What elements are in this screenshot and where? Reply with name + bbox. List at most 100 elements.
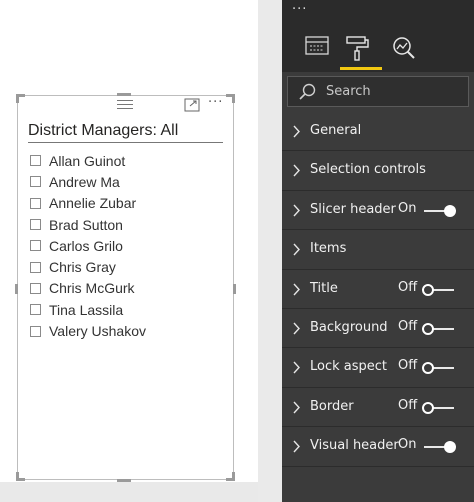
search-icon (299, 83, 316, 100)
more-options-icon[interactable]: ··· (208, 96, 230, 112)
slicer-item-list: Allan Guinot Andrew Ma Annelie Zubar Brad S… (30, 150, 146, 342)
search-input[interactable] (326, 84, 456, 99)
slicer-item-label: Brad Sutton (49, 216, 123, 233)
chevron-right-icon (293, 440, 300, 453)
chevron-right-icon (293, 125, 300, 138)
toggle-state-label: On (398, 437, 417, 453)
checkbox[interactable] (30, 261, 41, 273)
checkbox[interactable] (30, 282, 41, 294)
format-card-label: Selection controls (310, 162, 426, 178)
checkbox[interactable] (30, 197, 41, 209)
report-canvas: ··· District Managers: All Allan Guinot A… (0, 0, 258, 502)
border-toggle[interactable] (422, 401, 456, 414)
drag-grip-icon[interactable] (117, 100, 133, 109)
format-card-general[interactable]: General (282, 112, 474, 152)
format-card-list: General Selection controls Slicer header On… (282, 112, 474, 467)
checkbox[interactable] (30, 304, 41, 316)
slicer-header-toggle[interactable] (422, 204, 456, 217)
slicer-item-label: Carlos Grilo (49, 237, 123, 254)
slicer-item-label: Valery Ushakov (49, 323, 147, 340)
visual-header-toggle[interactable] (422, 441, 456, 454)
checkbox[interactable] (30, 325, 41, 337)
resize-handle-bottom[interactable] (117, 479, 131, 482)
toggle-knob (422, 362, 434, 375)
slicer-item-label: Chris McGurk (49, 280, 135, 297)
chevron-right-icon (293, 243, 300, 256)
toggle-state-label: On (398, 200, 417, 216)
slicer-item[interactable]: Tina Lassila (30, 299, 146, 320)
format-card-label: Visual header (310, 438, 399, 454)
checkbox[interactable] (30, 240, 41, 252)
chevron-right-icon (293, 283, 300, 296)
format-card-items[interactable]: Items (282, 230, 474, 270)
slicer-item-label: Annelie Zubar (49, 195, 137, 212)
slicer-visual[interactable]: ··· District Managers: All Allan Guinot A… (15, 93, 236, 482)
slicer-item[interactable]: Valery Ushakov (30, 320, 146, 341)
slicer-item-label: Allan Guinot (49, 152, 126, 169)
format-pane: ··· Search General Selection controls Sl… (282, 0, 474, 502)
chevron-right-icon (293, 322, 300, 335)
toggle-knob (422, 322, 434, 335)
resize-handle-right[interactable] (233, 284, 236, 294)
tab-analytics[interactable] (390, 34, 420, 70)
format-card-visual-header[interactable]: Visual header On (282, 427, 474, 467)
toggle-state-label: Off (398, 397, 418, 413)
pane-more-icon[interactable]: ··· (292, 2, 307, 17)
title-toggle[interactable] (422, 283, 456, 296)
chevron-right-icon (293, 164, 300, 177)
slicer-item-label: Chris Gray (49, 259, 116, 276)
slicer-item[interactable]: Annelie Zubar (30, 193, 146, 214)
resize-handle-left[interactable] (15, 284, 18, 294)
resize-handle-top-left[interactable] (16, 94, 25, 103)
format-card-border[interactable]: Border Off (282, 387, 474, 428)
format-card-label: Border (310, 398, 354, 414)
slicer-item-label: Andrew Ma (49, 173, 120, 190)
slicer-item-label: Tina Lassila (49, 301, 124, 318)
resize-handle-bottom-left[interactable] (16, 472, 25, 481)
format-card-label: Slicer header (310, 201, 396, 217)
slicer-item[interactable]: Andrew Ma (30, 171, 146, 192)
focus-mode-icon[interactable] (184, 98, 200, 112)
slicer-item[interactable]: Chris McGurk (30, 278, 146, 299)
format-card-label: Lock aspect (310, 359, 388, 375)
slicer-item[interactable]: Chris Gray (30, 256, 146, 277)
page-tabs-band (0, 482, 258, 502)
toggle-knob (422, 283, 434, 296)
analytics-icon (393, 37, 415, 59)
format-card-lock-aspect[interactable]: Lock aspect Off (282, 348, 474, 388)
pane-divider (258, 0, 282, 502)
slicer-item[interactable]: Allan Guinot (30, 150, 146, 171)
resize-handle-bottom-right[interactable] (226, 472, 235, 481)
slicer-header: District Managers: All (28, 122, 223, 143)
format-card-title[interactable]: Title Off (282, 269, 474, 309)
checkbox[interactable] (30, 176, 41, 188)
format-card-label: Items (310, 241, 347, 257)
background-toggle[interactable] (422, 322, 456, 335)
slicer-item[interactable]: Carlos Grilo (30, 235, 146, 256)
tab-fields[interactable] (304, 34, 334, 70)
toggle-state-label: Off (398, 318, 418, 334)
search-box[interactable] (287, 76, 469, 107)
format-card-label: General (310, 123, 362, 138)
toggle-knob (444, 204, 456, 217)
format-card-label: Background (310, 319, 388, 335)
toggle-state-label: Off (398, 279, 418, 295)
toggle-knob (444, 441, 456, 454)
resize-handle-top[interactable] (117, 93, 131, 96)
toggle-knob (422, 401, 434, 414)
format-card-selection-controls[interactable]: Selection controls (282, 151, 474, 191)
checkbox[interactable] (30, 219, 41, 231)
pane-header: ··· (282, 0, 474, 72)
selected-tab-indicator (340, 67, 382, 70)
format-card-slicer-header[interactable]: Slicer header On (282, 190, 474, 231)
format-card-label: Title (310, 280, 338, 296)
tab-format[interactable] (340, 34, 382, 70)
format-card-background[interactable]: Background Off (282, 308, 474, 349)
toggle-state-label: Off (398, 358, 418, 374)
chevron-right-icon (293, 401, 300, 414)
chevron-right-icon (293, 204, 300, 217)
checkbox[interactable] (30, 155, 41, 167)
lock-aspect-toggle[interactable] (422, 362, 456, 375)
paint-roller-icon (346, 36, 369, 61)
slicer-item[interactable]: Brad Sutton (30, 214, 146, 235)
